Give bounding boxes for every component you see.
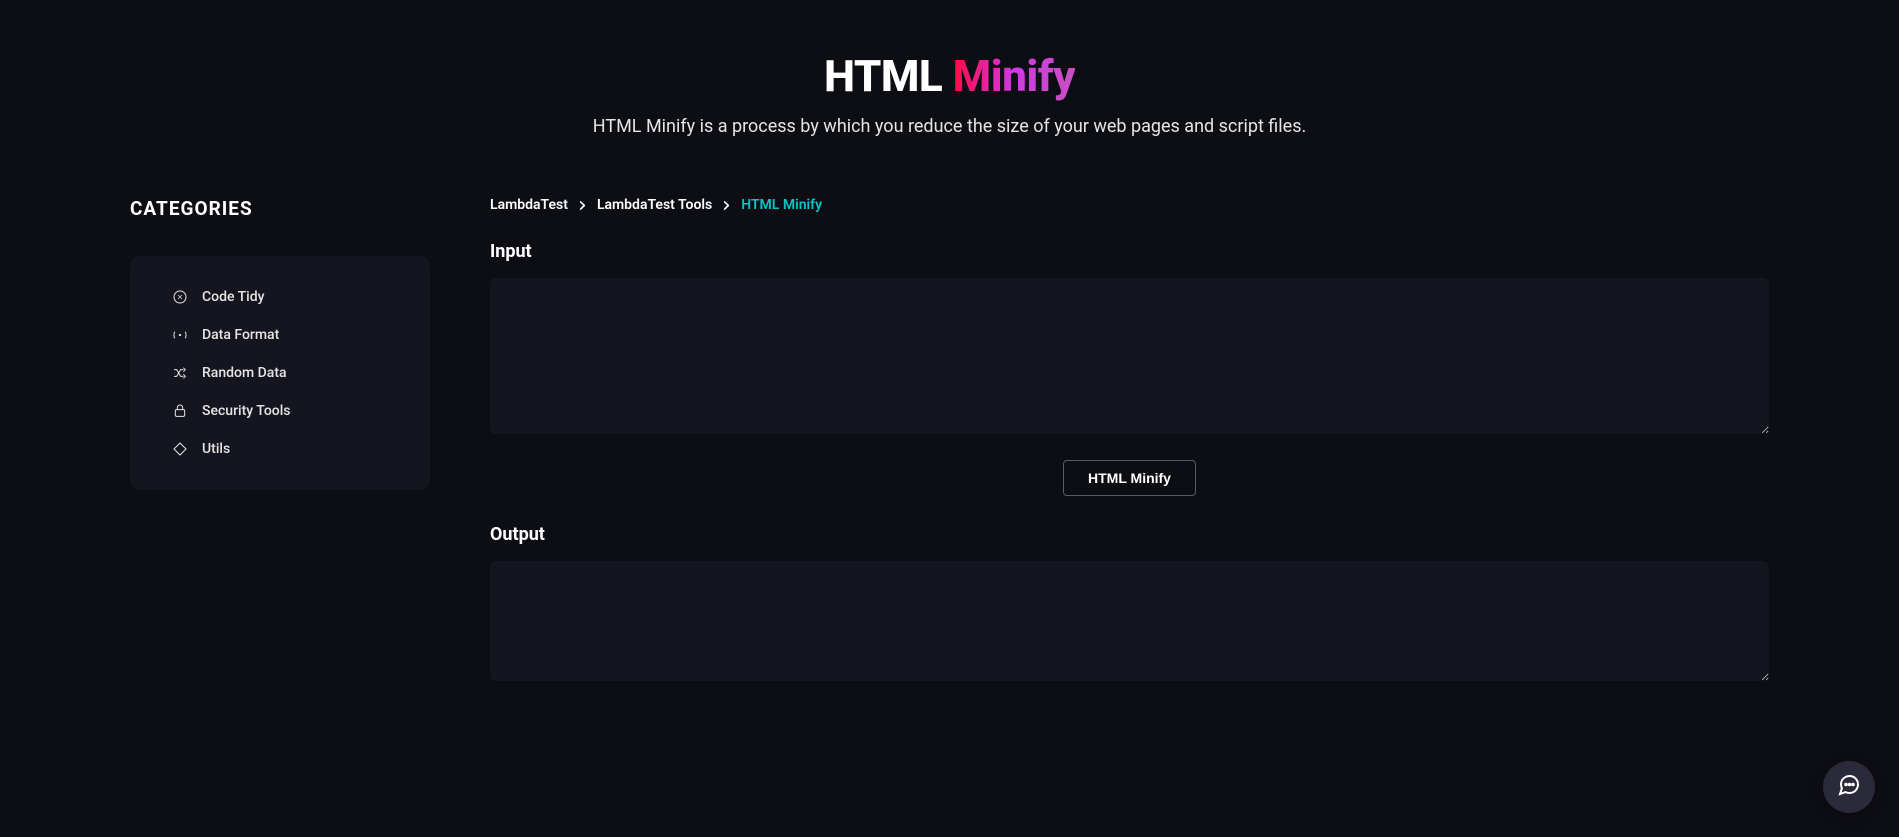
sidebar-item-label: Data Format xyxy=(202,327,279,343)
sidebar-panel: Code Tidy Data Format Random Data xyxy=(130,256,430,490)
input-label: Input xyxy=(490,241,1769,262)
main-content: LambdaTest LambdaTest Tools HTML Minify … xyxy=(490,197,1769,685)
random-data-icon xyxy=(172,365,188,381)
sidebar: CATEGORIES Code Tidy Data Format xyxy=(130,197,430,685)
sidebar-item-label: Utils xyxy=(202,441,230,457)
breadcrumb-link-tools[interactable]: LambdaTest Tools xyxy=(597,197,712,213)
sidebar-item-security-tools[interactable]: Security Tools xyxy=(130,392,430,430)
security-icon xyxy=(172,403,188,419)
title-part-2: Minify xyxy=(953,50,1075,102)
breadcrumb-current: HTML Minify xyxy=(741,197,822,213)
sidebar-item-label: Random Data xyxy=(202,365,287,381)
chat-widget-button[interactable] xyxy=(1823,761,1875,813)
sidebar-item-label: Code Tidy xyxy=(202,289,264,305)
chat-icon xyxy=(1837,773,1861,801)
code-tidy-icon xyxy=(172,289,188,305)
sidebar-item-random-data[interactable]: Random Data xyxy=(130,354,430,392)
hero-section: HTML Minify HTML Minify is a process by … xyxy=(0,0,1899,197)
sidebar-item-code-tidy[interactable]: Code Tidy xyxy=(130,278,430,316)
output-label: Output xyxy=(490,524,1769,545)
minify-button[interactable]: HTML Minify xyxy=(1063,460,1196,496)
page-subtitle: HTML Minify is a process by which you re… xyxy=(20,116,1879,137)
sidebar-item-label: Security Tools xyxy=(202,403,291,419)
chevron-right-icon xyxy=(722,201,731,210)
sidebar-item-data-format[interactable]: Data Format xyxy=(130,316,430,354)
breadcrumb: LambdaTest LambdaTest Tools HTML Minify xyxy=(490,197,1769,213)
page-title: HTML Minify xyxy=(20,50,1879,102)
sidebar-heading: CATEGORIES xyxy=(130,197,430,220)
sidebar-item-utils[interactable]: Utils xyxy=(130,430,430,468)
data-format-icon xyxy=(172,327,188,343)
output-textarea[interactable] xyxy=(490,561,1769,681)
title-part-1: HTML xyxy=(824,50,953,102)
chevron-right-icon xyxy=(578,201,587,210)
action-row: HTML Minify xyxy=(490,460,1769,496)
breadcrumb-link-lambdatest[interactable]: LambdaTest xyxy=(490,197,568,213)
utils-icon xyxy=(172,441,188,457)
input-textarea[interactable] xyxy=(490,278,1769,434)
